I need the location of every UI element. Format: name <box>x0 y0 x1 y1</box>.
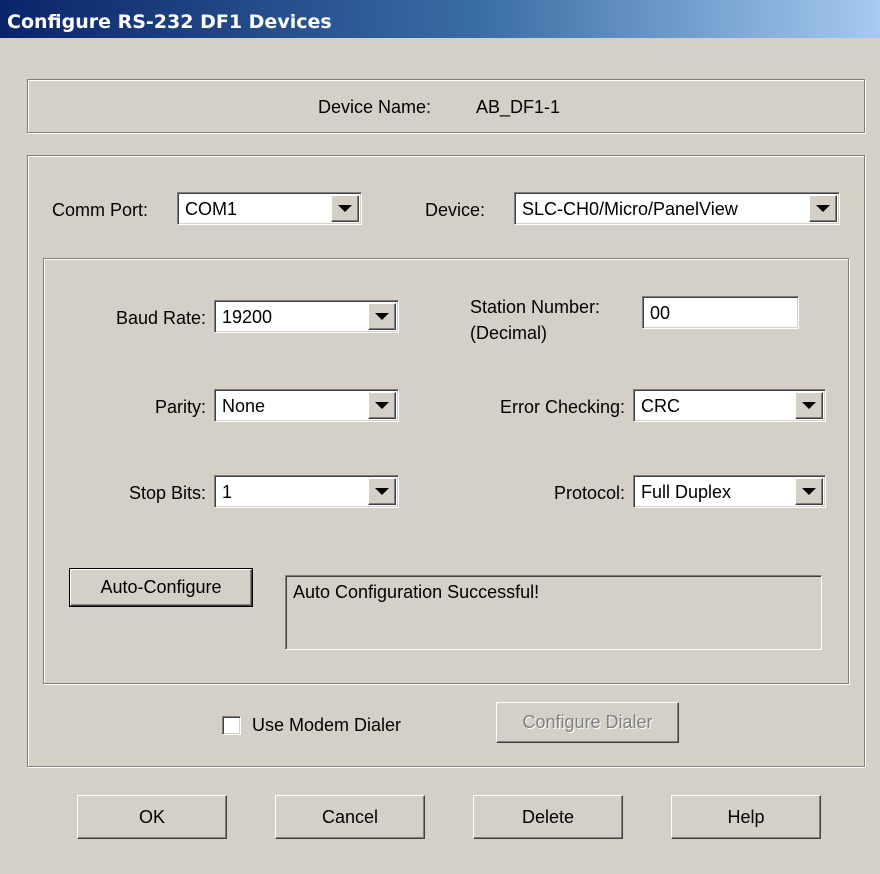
help-button[interactable]: Help <box>671 795 821 839</box>
configure-dialer-button-label: Configure Dialer <box>522 712 653 732</box>
chevron-down-icon <box>375 402 389 409</box>
station-number-label: Station Number: <box>470 297 601 317</box>
error-checking-dropdown-arrow[interactable] <box>795 392 823 419</box>
use-modem-dialer-checkbox[interactable] <box>222 716 241 735</box>
comm-port-dropdown[interactable]: COM1 <box>177 192 362 225</box>
auto-configure-status: Auto Configuration Successful! <box>285 575 822 650</box>
device-label: Device: <box>425 200 486 220</box>
baud-rate-value: 19200 <box>222 307 273 327</box>
auto-configure-button[interactable]: Auto-Configure <box>69 568 253 607</box>
protocol-dropdown-arrow[interactable] <box>795 478 823 505</box>
error-checking-value: CRC <box>641 396 680 416</box>
device-value: SLC-CH0/Micro/PanelView <box>522 199 738 219</box>
configure-dialer-button: Configure Dialer <box>496 702 679 743</box>
stop-bits-value: 1 <box>222 482 233 502</box>
device-dropdown-arrow[interactable] <box>809 195 837 222</box>
chevron-down-icon <box>802 488 816 495</box>
comm-port-value: COM1 <box>185 199 238 219</box>
protocol-value: Full Duplex <box>641 482 732 502</box>
parity-dropdown[interactable]: None <box>214 389 399 422</box>
configure-dialog: Configure RS-232 DF1 Devices Device Name… <box>0 0 880 874</box>
device-name-label: Device Name: <box>318 97 432 117</box>
cancel-button[interactable]: Cancel <box>275 795 425 839</box>
baud-rate-dropdown[interactable]: 19200 <box>214 300 399 333</box>
device-dropdown[interactable]: SLC-CH0/Micro/PanelView <box>514 192 840 225</box>
error-checking-dropdown[interactable]: CRC <box>633 389 826 422</box>
chevron-down-icon <box>802 402 816 409</box>
ok-button-label: OK <box>138 806 165 827</box>
ok-button[interactable]: OK <box>77 795 227 839</box>
chevron-down-icon <box>375 313 389 320</box>
baud-rate-dropdown-arrow[interactable] <box>368 303 396 330</box>
chevron-down-icon <box>375 488 389 495</box>
cancel-button-label: Cancel <box>321 806 379 827</box>
auto-configure-button-label: Auto-Configure <box>100 577 222 597</box>
station-number-sublabel: (Decimal) <box>470 323 548 343</box>
baud-rate-label: Baud Rate: <box>115 308 206 328</box>
stop-bits-dropdown-arrow[interactable] <box>368 478 396 505</box>
help-button-label: Help <box>727 806 765 827</box>
stop-bits-dropdown[interactable]: 1 <box>214 475 399 508</box>
chevron-down-icon <box>816 205 830 212</box>
station-number-input[interactable]: 00 <box>642 296 799 329</box>
station-number-value: 00 <box>650 303 671 323</box>
protocol-dropdown[interactable]: Full Duplex <box>633 475 826 508</box>
auto-configure-status-text: Auto Configuration Successful! <box>293 582 540 602</box>
parity-dropdown-arrow[interactable] <box>368 392 396 419</box>
comm-port-label: Comm Port: <box>52 200 149 220</box>
use-modem-dialer-label[interactable]: Use Modem Dialer <box>252 714 401 736</box>
comm-port-dropdown-arrow[interactable] <box>331 195 359 222</box>
error-checking-label: Error Checking: <box>499 397 625 417</box>
device-name-frame <box>27 79 865 133</box>
protocol-label: Protocol: <box>553 483 625 503</box>
device-name-value: AB_DF1-1 <box>476 97 561 117</box>
stop-bits-label: Stop Bits: <box>128 483 206 503</box>
delete-button-label: Delete <box>521 806 575 827</box>
window-title: Configure RS-232 DF1 Devices <box>0 0 880 38</box>
chevron-down-icon <box>338 205 352 212</box>
delete-button[interactable]: Delete <box>473 795 623 839</box>
parity-label: Parity: <box>154 397 206 417</box>
parity-value: None <box>222 396 266 416</box>
